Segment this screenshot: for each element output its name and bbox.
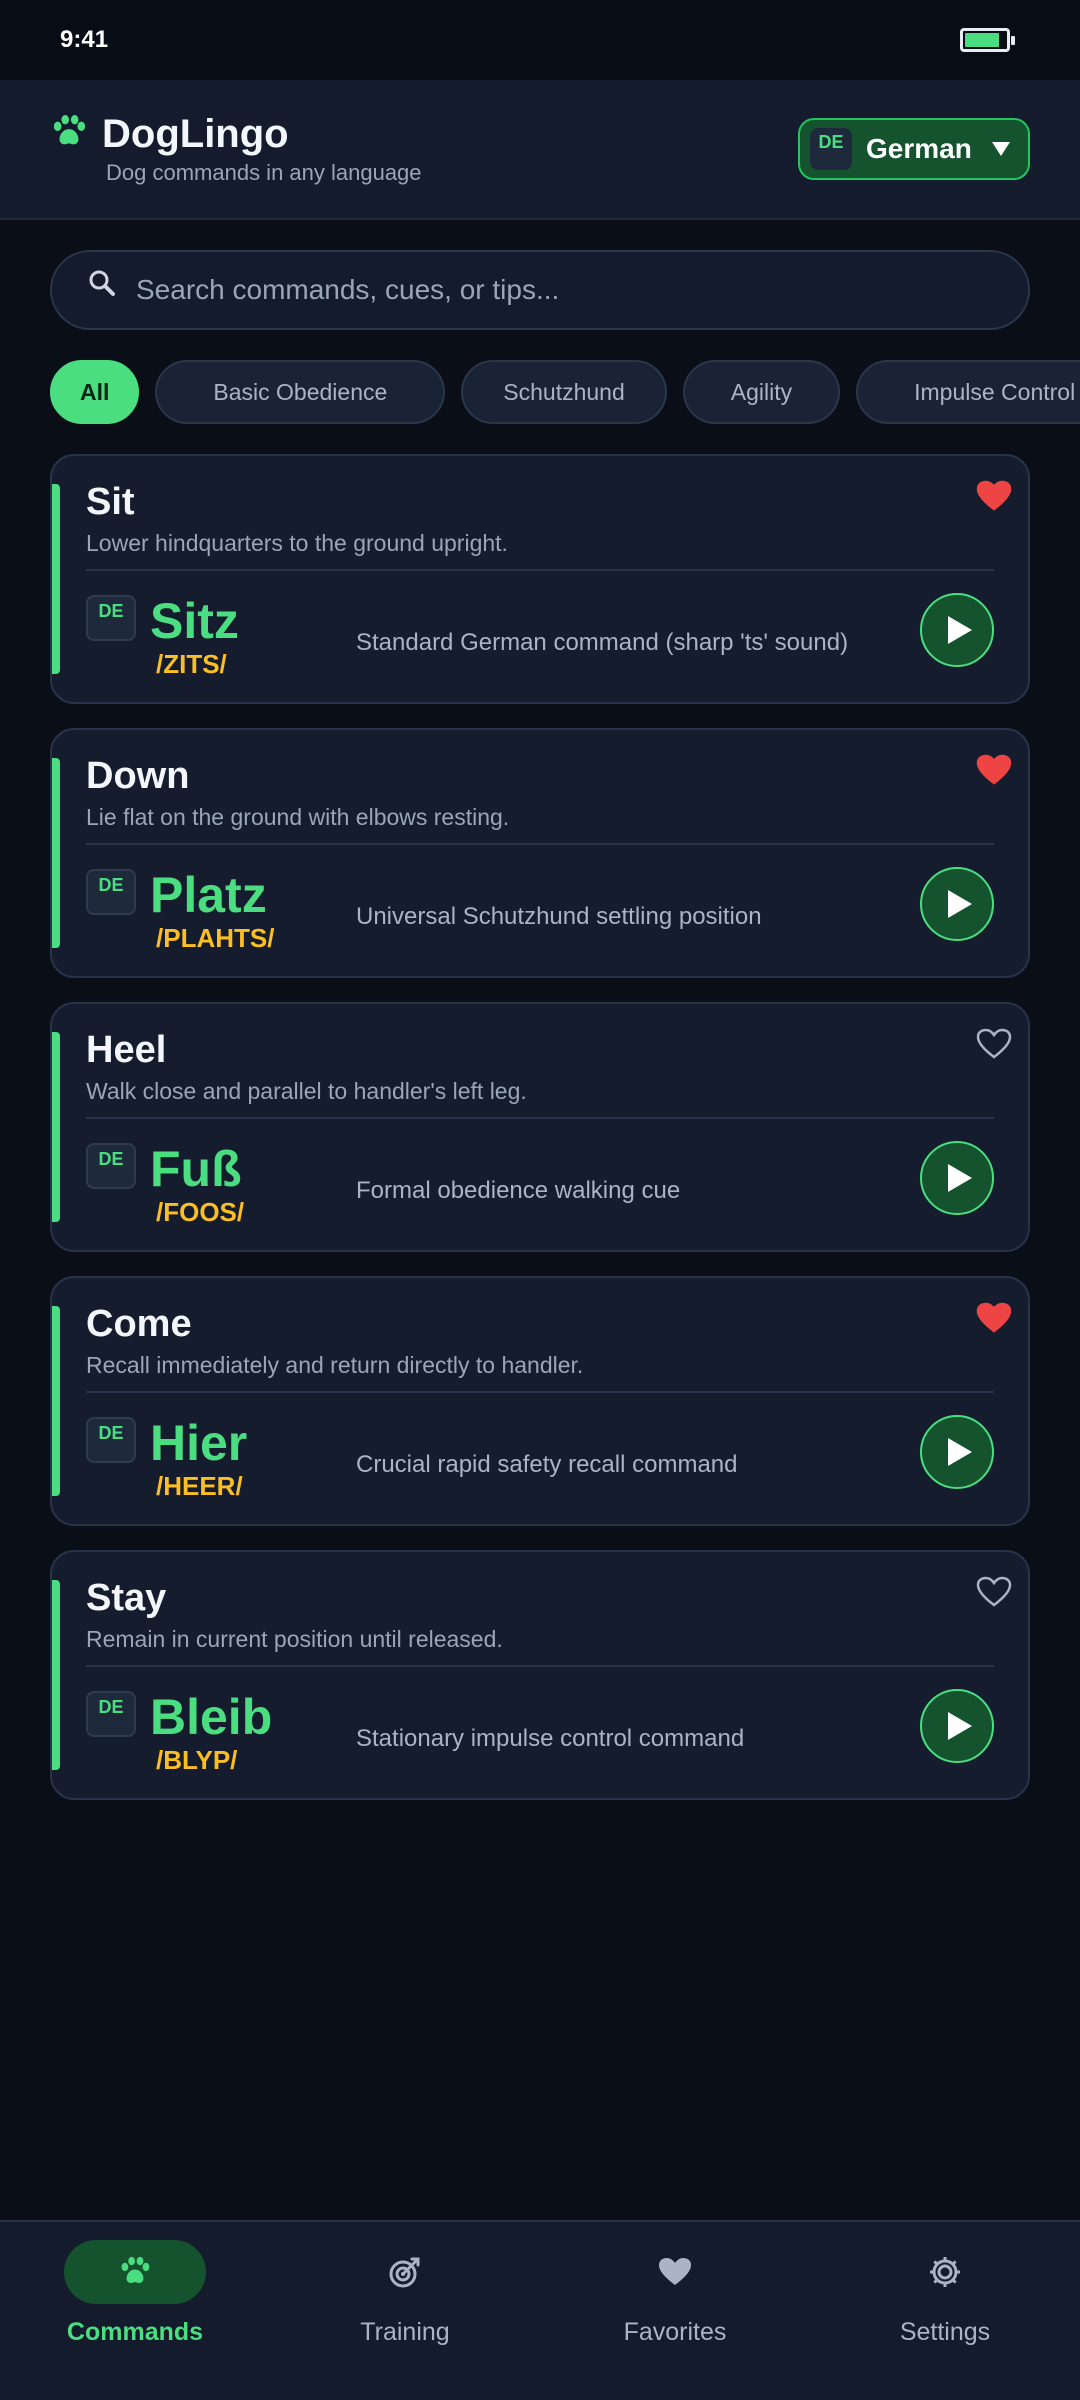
play-audio-button[interactable] bbox=[920, 1414, 994, 1489]
status-bar: 9:41 bbox=[0, 0, 1080, 80]
command-description: Walk close and parallel to handler's lef… bbox=[86, 1077, 527, 1104]
translated-command: Platz bbox=[150, 866, 267, 923]
card-accent-bar bbox=[52, 1306, 60, 1496]
divider bbox=[86, 1116, 994, 1119]
gear-icon bbox=[930, 2257, 960, 2287]
language-code-badge: DE bbox=[86, 1142, 136, 1189]
favorite-heart-icon[interactable] bbox=[976, 1576, 1012, 1608]
language-label: German bbox=[866, 133, 972, 164]
nav-item-training[interactable]: Training bbox=[295, 2240, 515, 2347]
language-code-badge: DE bbox=[86, 594, 136, 641]
phonetic-spelling: /HEER/ bbox=[156, 1471, 243, 1502]
nav-label: Training bbox=[360, 2318, 450, 2346]
search-input[interactable] bbox=[136, 274, 992, 306]
card-accent-bar bbox=[52, 758, 60, 948]
bottom-navigation: Commands Training Favorites Settings bbox=[0, 2220, 1080, 2400]
card-accent-bar bbox=[52, 1580, 60, 1770]
command-card[interactable]: Heel Walk close and parallel to handler'… bbox=[50, 1002, 1030, 1252]
paw-icon bbox=[121, 2256, 150, 2284]
language-selector[interactable]: DE German bbox=[798, 118, 1030, 180]
translated-command: Sitz bbox=[150, 592, 239, 649]
nav-item-settings[interactable]: Settings bbox=[835, 2240, 1055, 2347]
translated-command: Hier bbox=[150, 1414, 248, 1471]
command-note: Formal obedience walking cue bbox=[356, 1176, 681, 1204]
app-header: DogLingo Dog commands in any language DE… bbox=[0, 80, 1080, 220]
command-description: Lower hindquarters to the ground upright… bbox=[86, 529, 508, 556]
filter-chip-all[interactable]: All bbox=[50, 360, 140, 424]
play-icon bbox=[948, 1711, 972, 1740]
search-bar[interactable] bbox=[50, 250, 1030, 330]
command-card[interactable]: Stay Remain in current position until re… bbox=[50, 1550, 1030, 1800]
command-title: Down bbox=[86, 755, 190, 797]
command-note: Stationary impulse control command bbox=[356, 1724, 745, 1752]
play-audio-button[interactable] bbox=[920, 866, 994, 941]
language-code-badge: DE bbox=[86, 868, 136, 915]
command-title: Stay bbox=[86, 1577, 167, 1619]
play-icon bbox=[948, 889, 972, 918]
command-description: Recall immediately and return directly t… bbox=[86, 1351, 584, 1378]
favorite-heart-icon[interactable] bbox=[976, 754, 1012, 786]
command-list: Sit Lower hindquarters to the ground upr… bbox=[0, 424, 1080, 1800]
target-icon bbox=[389, 2257, 420, 2288]
battery-level bbox=[965, 33, 999, 47]
filter-chip-schutzhund[interactable]: Schutzhund bbox=[461, 360, 667, 424]
battery-icon bbox=[960, 28, 1015, 52]
phonetic-spelling: /BLYP/ bbox=[156, 1745, 238, 1776]
command-title: Sit bbox=[86, 481, 135, 523]
command-title: Heel bbox=[86, 1029, 167, 1071]
play-icon bbox=[948, 615, 972, 644]
favorite-heart-icon[interactable] bbox=[976, 1302, 1012, 1334]
filter-chip-impulse-control[interactable]: Impulse Control bbox=[856, 360, 1080, 424]
favorite-heart-icon[interactable] bbox=[976, 1028, 1012, 1060]
play-audio-button[interactable] bbox=[920, 1688, 994, 1763]
divider bbox=[86, 568, 994, 571]
command-note: Crucial rapid safety recall command bbox=[356, 1450, 738, 1478]
play-icon bbox=[948, 1437, 972, 1466]
language-code-badge: DE bbox=[810, 128, 852, 170]
phonetic-spelling: /PLAHTS/ bbox=[156, 923, 275, 954]
app-subtitle: Dog commands in any language bbox=[106, 160, 422, 185]
phonetic-spelling: /ZITS/ bbox=[156, 649, 227, 680]
divider bbox=[86, 842, 994, 845]
play-icon bbox=[948, 1163, 972, 1192]
app-title: DogLingo bbox=[102, 112, 289, 156]
play-audio-button[interactable] bbox=[920, 592, 994, 667]
nav-item-favorites[interactable]: Favorites bbox=[565, 2240, 785, 2347]
filter-chip-basic-obedience[interactable]: Basic Obedience bbox=[155, 360, 446, 424]
divider bbox=[86, 1664, 994, 1667]
favorite-heart-icon[interactable] bbox=[976, 480, 1012, 512]
language-code-badge: DE bbox=[86, 1416, 136, 1463]
command-card[interactable]: Come Recall immediately and return direc… bbox=[50, 1276, 1030, 1526]
nav-label: Settings bbox=[899, 2318, 991, 2346]
card-accent-bar bbox=[52, 1032, 60, 1222]
nav-label: Favorites bbox=[623, 2318, 727, 2346]
play-audio-button[interactable] bbox=[920, 1140, 994, 1215]
translated-command: Bleib bbox=[150, 1688, 273, 1745]
command-note: Universal Schutzhund settling position bbox=[356, 902, 762, 930]
language-code-badge: DE bbox=[86, 1690, 136, 1737]
translated-command: Fuß bbox=[150, 1140, 242, 1197]
command-title: Come bbox=[86, 1303, 192, 1345]
nav-item-commands[interactable]: Commands bbox=[25, 2240, 245, 2347]
phonetic-spelling: /FOOS/ bbox=[156, 1197, 245, 1228]
card-accent-bar bbox=[52, 484, 60, 674]
filter-chips: All Basic Obedience Schutzhund Agility I… bbox=[0, 330, 1080, 424]
command-note: Standard German command (sharp 'ts' soun… bbox=[356, 628, 849, 656]
nav-label: Commands bbox=[66, 2318, 204, 2346]
status-time: 9:41 bbox=[60, 26, 109, 53]
command-description: Lie flat on the ground with elbows resti… bbox=[86, 803, 510, 830]
command-card[interactable]: Down Lie flat on the ground with elbows … bbox=[50, 728, 1030, 978]
paw-logo-icon bbox=[53, 114, 86, 145]
brand: DogLingo Dog commands in any language bbox=[50, 112, 422, 186]
command-card[interactable]: Sit Lower hindquarters to the ground upr… bbox=[50, 454, 1030, 704]
filter-chip-agility[interactable]: Agility bbox=[682, 360, 841, 424]
command-description: Remain in current position until release… bbox=[86, 1625, 503, 1652]
chevron-down-icon bbox=[992, 142, 1010, 156]
heart-icon bbox=[659, 2258, 691, 2285]
divider bbox=[86, 1390, 994, 1393]
search-icon bbox=[89, 270, 115, 296]
